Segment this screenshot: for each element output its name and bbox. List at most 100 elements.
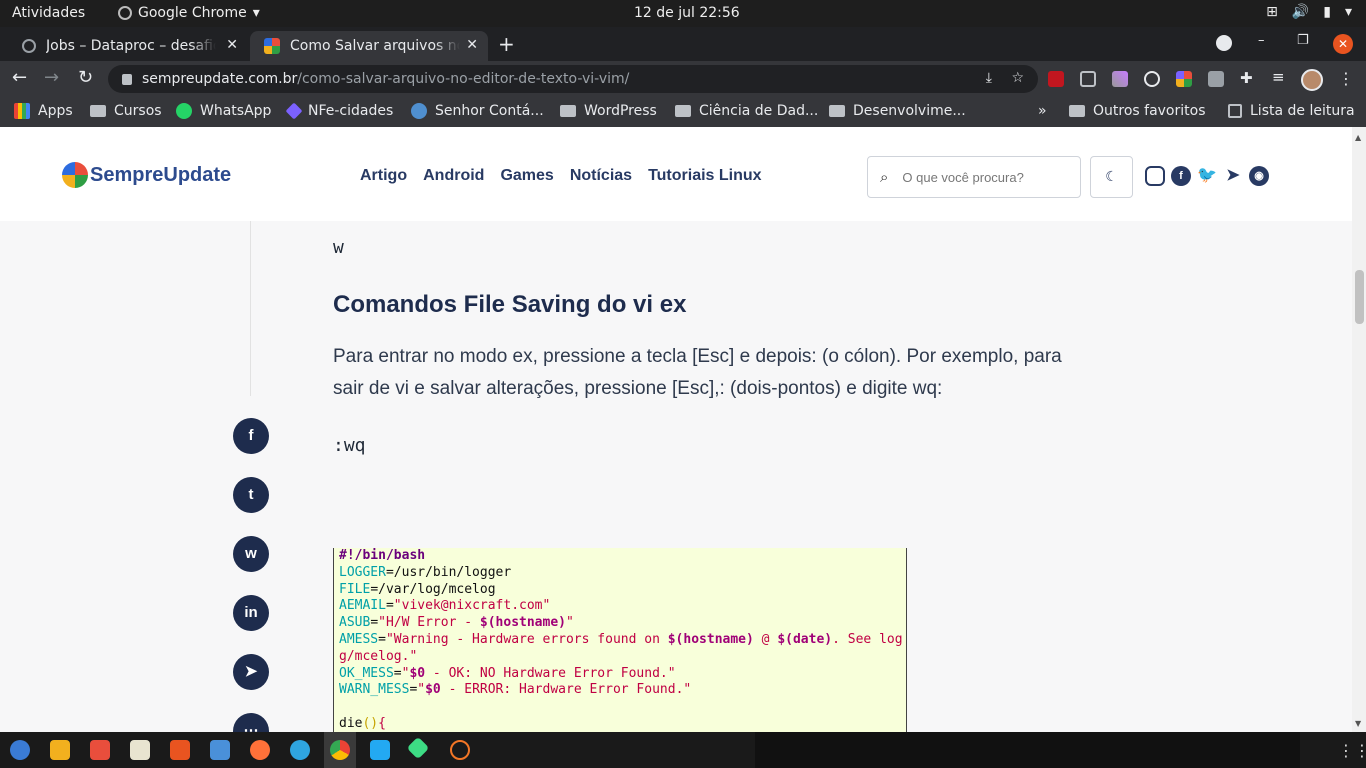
section-heading: Comandos File Saving do vi ex (333, 291, 687, 318)
battery-icon: ▮ (1323, 4, 1331, 20)
extensions-puzzle-icon[interactable]: ✚ (1240, 69, 1256, 87)
calculator-icon[interactable] (50, 740, 70, 760)
address-bar[interactable]: sempreupdate.com.br/como-salvar-arquivo-… (108, 65, 1038, 93)
dark-mode-toggle[interactable]: ☾ (1090, 156, 1133, 198)
menu-item-noticias[interactable]: Notícias (570, 167, 632, 185)
bookmark-apps[interactable]: Apps (14, 103, 73, 119)
scrollbar-thumb[interactable] (1355, 270, 1364, 324)
bookmarks-overflow-button[interactable]: » (1038, 103, 1047, 119)
close-tab-icon[interactable]: ✕ (226, 37, 238, 53)
command-w: w (333, 237, 344, 258)
close-window-button[interactable]: ✕ (1333, 34, 1353, 54)
code-subst: $0 (425, 682, 441, 698)
lens-icon[interactable] (1144, 71, 1160, 87)
profile-avatar[interactable] (1301, 69, 1323, 91)
reading-list-button[interactable]: Lista de leitura (1228, 103, 1355, 119)
bug-icon[interactable] (90, 740, 110, 760)
media-control-icon[interactable]: ≡ (1272, 68, 1288, 86)
bookmark-wordpress[interactable]: WordPress (560, 103, 657, 119)
instagram-icon[interactable] (1145, 166, 1165, 186)
app-menu[interactable]: Google Chrome ▾ (118, 5, 260, 21)
colorpicker-icon[interactable] (1176, 71, 1192, 87)
code-var: AEMAIL (339, 598, 386, 614)
chevron-down-icon: ▾ (1344, 4, 1352, 20)
code-paren: () (362, 715, 379, 731)
pocket-icon[interactable] (1080, 71, 1096, 87)
bookmark-label: Apps (38, 103, 73, 119)
menu-item-android[interactable]: Android (423, 167, 484, 185)
tab-como-salvar[interactable]: Como Salvar arquivos no editor ✕ (250, 31, 488, 61)
bookmark-outros-favoritos[interactable]: Outros favoritos (1069, 103, 1206, 119)
lastpass-icon[interactable] (1048, 71, 1064, 87)
code-text: =/usr/bin/logger (385, 564, 512, 580)
minimize-button[interactable]: – (1258, 33, 1265, 48)
app-launcher-icon[interactable] (10, 740, 30, 760)
menu-item-tutoriais-linux[interactable]: Tutoriais Linux (648, 167, 761, 185)
install-icon[interactable]: ⤓ (986, 70, 992, 86)
edge-icon[interactable] (290, 740, 310, 760)
code-var: OK_MESS (339, 665, 394, 681)
forward-arrow-icon[interactable]: → (44, 67, 59, 88)
bookmark-desenvolvimento[interactable]: Desenvolvime... (829, 103, 966, 119)
chrome-taskbar-icon[interactable] (330, 740, 350, 760)
firefox-icon[interactable] (250, 740, 270, 760)
new-tab-button[interactable]: + (498, 32, 515, 56)
android-studio-icon[interactable] (406, 736, 430, 760)
system-tray[interactable]: ⊞ 🔊 ▮ ▾ (1266, 4, 1352, 20)
reload-icon[interactable]: ↻ (78, 67, 93, 88)
code-var: WARN_MESS (339, 682, 410, 698)
bookmark-cursos[interactable]: Cursos (90, 103, 162, 119)
bookmark-star-icon[interactable]: ☆ (1011, 70, 1024, 86)
scroll-up-arrow-icon[interactable]: ▲ (1355, 133, 1361, 142)
share-telegram-icon[interactable]: ➤ (233, 654, 269, 690)
bookmark-label: Lista de leitura (1250, 103, 1355, 119)
files-icon[interactable] (130, 740, 150, 760)
back-arrow-icon[interactable]: ← (12, 67, 27, 88)
maximize-button[interactable]: ❐ (1297, 33, 1309, 48)
software-center-icon[interactable] (170, 740, 190, 760)
scroll-down-arrow-icon[interactable]: ▼ (1355, 719, 1361, 728)
share-more-icon[interactable]: ⋯ (233, 713, 269, 732)
page-scrollbar[interactable]: ▲ ▼ (1352, 127, 1366, 732)
text-editor-icon[interactable] (210, 740, 230, 760)
code-var: AMESS (339, 631, 379, 647)
bookmark-label: NFe-cidades (308, 103, 394, 119)
code-string: - ERROR: Hardware Error Found." (440, 682, 692, 698)
share-facebook-icon[interactable]: f (233, 418, 269, 454)
close-tab-icon[interactable]: ✕ (466, 37, 478, 53)
share-whatsapp-icon[interactable]: w (233, 536, 269, 572)
bookmark-whatsapp[interactable]: WhatsApp (176, 103, 271, 119)
menu-item-games[interactable]: Games (500, 167, 553, 185)
clock[interactable]: 12 de jul 22:56 (634, 5, 740, 21)
bookmark-ciencia[interactable]: Ciência de Dad... (675, 103, 818, 119)
menu-item-artigo[interactable]: Artigo (360, 167, 407, 185)
bookmark-nfe[interactable]: NFe-cidades (285, 102, 394, 120)
show-apps-grid-icon[interactable]: ⋮⋮⋮ (1338, 741, 1366, 760)
vscode-icon[interactable] (370, 740, 390, 760)
pen-icon[interactable] (1112, 71, 1128, 87)
url-path: /como-salvar-arquivo-no-editor-de-texto-… (297, 71, 630, 87)
search-icon: ⌕ (880, 168, 889, 186)
twitter-icon[interactable]: 🐦 (1197, 166, 1217, 186)
site-search-input[interactable]: ⌕ O que você procura? (867, 156, 1081, 198)
share-twitter-icon[interactable]: t (233, 477, 269, 513)
menu-kebab-icon[interactable]: ⋮ (1338, 69, 1354, 88)
folder-icon (560, 105, 576, 117)
facebook-icon[interactable]: f (1171, 166, 1191, 186)
github-icon[interactable]: ◉ (1249, 166, 1269, 186)
web-page: SempreUpdate Artigo Android Games Notíci… (0, 127, 1352, 732)
telegram-icon[interactable]: ➤ (1223, 166, 1243, 186)
jupyter-icon[interactable] (450, 740, 470, 760)
article-body: w Comandos File Saving do vi ex Para ent… (0, 221, 1352, 732)
activities-button[interactable]: Atividades (12, 5, 85, 21)
site-logo[interactable]: SempreUpdate (62, 162, 231, 188)
bookmark-senhor[interactable]: Senhor Contá... (411, 103, 544, 119)
m-extension-icon[interactable] (1208, 71, 1224, 87)
logo-mark-icon (62, 162, 88, 188)
tab-search-icon[interactable] (1216, 35, 1232, 51)
code-text: = (385, 598, 394, 614)
tab-jobs-dataproc[interactable]: Jobs – Dataproc – desafio ✕ (8, 31, 248, 61)
share-linkedin-icon[interactable]: in (233, 595, 269, 631)
code-line: #!/bin/bash (339, 548, 426, 563)
code-subst: $(hostname) (667, 631, 754, 647)
